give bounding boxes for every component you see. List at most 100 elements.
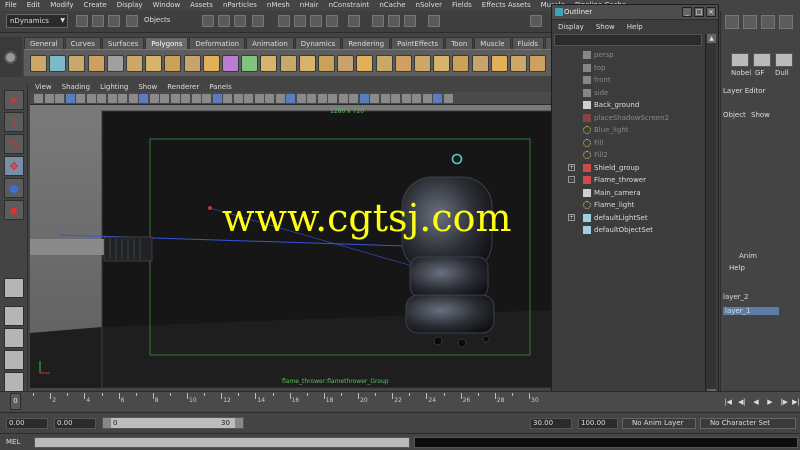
- outliner-item[interactable]: + defaultLightSet: [554, 212, 704, 224]
- panel-toolbar-icon[interactable]: [202, 94, 211, 103]
- shelf-tool-icon[interactable]: [241, 55, 259, 72]
- layout-hypershade-icon[interactable]: [4, 372, 24, 392]
- outliner-menu-show[interactable]: Show: [590, 21, 621, 33]
- expand-icon[interactable]: +: [568, 213, 575, 221]
- menu-nconstraint[interactable]: nConstraint: [324, 0, 375, 11]
- outliner-item[interactable]: Fill2: [554, 149, 704, 161]
- panel-toolbar-icon[interactable]: [97, 94, 106, 103]
- panel-toolbar-icon[interactable]: [107, 94, 117, 103]
- panel-toolbar-icon[interactable]: [296, 94, 306, 103]
- step-forward-icon[interactable]: |▶: [780, 397, 788, 407]
- snap-plane-icon[interactable]: [326, 15, 338, 27]
- snap-grid-icon[interactable]: [278, 15, 290, 27]
- panel-toolbar-icon[interactable]: [443, 94, 453, 103]
- shelf-tool-icon[interactable]: [279, 55, 297, 72]
- time-slider[interactable]: 0 2 4 6 8 10 12 14 16 18 20 22 24 26 28 30: [0, 391, 800, 411]
- move-tool[interactable]: ✥: [4, 156, 24, 176]
- panel-toolbar-icon[interactable]: [401, 94, 411, 103]
- channel-show-label[interactable]: Show: [751, 111, 770, 119]
- scale-tool[interactable]: ◆: [4, 200, 24, 220]
- panel-toolbar-icon[interactable]: [212, 94, 222, 103]
- shelf-tool-icon[interactable]: [318, 55, 335, 72]
- panel-toolbar-icon[interactable]: [76, 94, 85, 103]
- play-forward-icon[interactable]: ▶: [766, 397, 774, 407]
- panel-toolbar-icon[interactable]: [328, 94, 337, 103]
- shelf-tool-icon[interactable]: [510, 55, 527, 72]
- shelf-tool-icon[interactable]: [202, 55, 220, 72]
- select-tool[interactable]: ➤: [4, 90, 24, 110]
- hierarchy-mode-icon[interactable]: [202, 15, 214, 27]
- panel-toolbar-icon[interactable]: [223, 94, 232, 103]
- outliner-item[interactable]: - Flame_thrower: [554, 174, 704, 186]
- layout-icon-4[interactable]: [779, 15, 793, 29]
- panel-menu-lighting[interactable]: Lighting: [95, 82, 133, 92]
- tab-animation[interactable]: Animation: [246, 37, 294, 49]
- layout-persp-outliner-icon[interactable]: [4, 328, 24, 348]
- panel-toolbar-icon[interactable]: [380, 94, 390, 103]
- outliner-item[interactable]: Main_camera: [554, 187, 704, 199]
- layout-icon[interactable]: [725, 15, 739, 29]
- playback-start-field[interactable]: 0.00: [54, 418, 96, 429]
- shelf-tool-icon[interactable]: [471, 55, 489, 72]
- layout-four-icon[interactable]: [4, 306, 24, 326]
- shelf-tool-icon[interactable]: [68, 55, 86, 72]
- animation-start-field[interactable]: 0.00: [6, 418, 48, 429]
- menu-modify[interactable]: Modify: [45, 0, 78, 11]
- panel-toolbar-icon[interactable]: [181, 94, 190, 103]
- panel-toolbar-icon[interactable]: [44, 94, 54, 103]
- shelf-button-nobel[interactable]: [731, 53, 749, 67]
- shelf-button-gf[interactable]: [753, 53, 771, 67]
- shelf-tool-icon[interactable]: [375, 55, 393, 72]
- shelf-tool-icon[interactable]: [337, 55, 355, 72]
- menu-nmesh[interactable]: nMesh: [262, 0, 295, 11]
- outliner-item[interactable]: front: [554, 74, 704, 86]
- ipr-render-icon[interactable]: [388, 15, 400, 27]
- panel-toolbar-icon[interactable]: [265, 94, 274, 103]
- panel-toolbar-icon[interactable]: [139, 94, 148, 103]
- panel-toolbar-icon[interactable]: [359, 94, 369, 103]
- panel-toolbar-icon[interactable]: [412, 94, 421, 103]
- shelf-tool-icon[interactable]: [260, 55, 278, 72]
- panel-toolbar-icon[interactable]: [55, 94, 64, 103]
- shelf-tool-icon[interactable]: [49, 55, 67, 72]
- anim-tab[interactable]: Anim: [739, 252, 757, 260]
- outliner-menu-display[interactable]: Display: [552, 21, 590, 33]
- menu-fields[interactable]: Fields: [447, 0, 477, 11]
- channel-object-label[interactable]: Object: [723, 111, 746, 119]
- collapse-icon[interactable]: -: [568, 176, 575, 183]
- tab-deformation[interactable]: Deformation: [189, 37, 246, 49]
- panel-toolbar-icon[interactable]: [160, 94, 169, 103]
- panel-toolbar-icon[interactable]: [191, 94, 201, 103]
- input-field-icon[interactable]: [428, 15, 440, 27]
- range-end-handle[interactable]: [235, 418, 243, 428]
- outliner-menu-help[interactable]: Help: [621, 21, 649, 33]
- panel-toolbar-icon[interactable]: [433, 94, 442, 103]
- tab-painteffects[interactable]: PaintEffects: [391, 37, 445, 49]
- range-start-handle[interactable]: [103, 418, 111, 428]
- layout-graph-icon[interactable]: [4, 350, 24, 370]
- tab-surfaces[interactable]: Surfaces: [101, 37, 145, 49]
- component-mode-icon[interactable]: [234, 15, 246, 27]
- shelf-tool-icon[interactable]: [529, 55, 547, 72]
- selection-mode-icon[interactable]: [126, 15, 138, 27]
- panel-toolbar-icon[interactable]: [118, 94, 127, 103]
- panel-toolbar-icon[interactable]: [370, 94, 379, 103]
- panel-toolbar-icon[interactable]: [34, 94, 43, 103]
- mel-label[interactable]: MEL: [6, 438, 20, 446]
- panel-menu-renderer[interactable]: Renderer: [162, 82, 204, 92]
- panel-toolbar-icon[interactable]: [391, 94, 400, 103]
- tab-dynamics[interactable]: Dynamics: [294, 37, 342, 49]
- panel-toolbar-icon[interactable]: [307, 94, 316, 103]
- layer-2-row[interactable]: layer_2: [723, 293, 749, 301]
- range-bar[interactable]: 0 30: [102, 417, 244, 429]
- attribute-editor-icon[interactable]: [530, 15, 542, 27]
- mask-handles-icon[interactable]: [252, 15, 264, 27]
- expand-icon[interactable]: +: [568, 163, 575, 171]
- shelf-tool-icon[interactable]: [298, 55, 316, 72]
- outliner-item[interactable]: persp: [554, 49, 704, 61]
- new-scene-icon[interactable]: [76, 15, 88, 27]
- go-end-icon[interactable]: ▶|: [792, 397, 800, 407]
- save-scene-icon[interactable]: [108, 15, 120, 27]
- shelf-tool-icon[interactable]: [87, 55, 105, 72]
- outliner-filter-input[interactable]: [554, 34, 702, 46]
